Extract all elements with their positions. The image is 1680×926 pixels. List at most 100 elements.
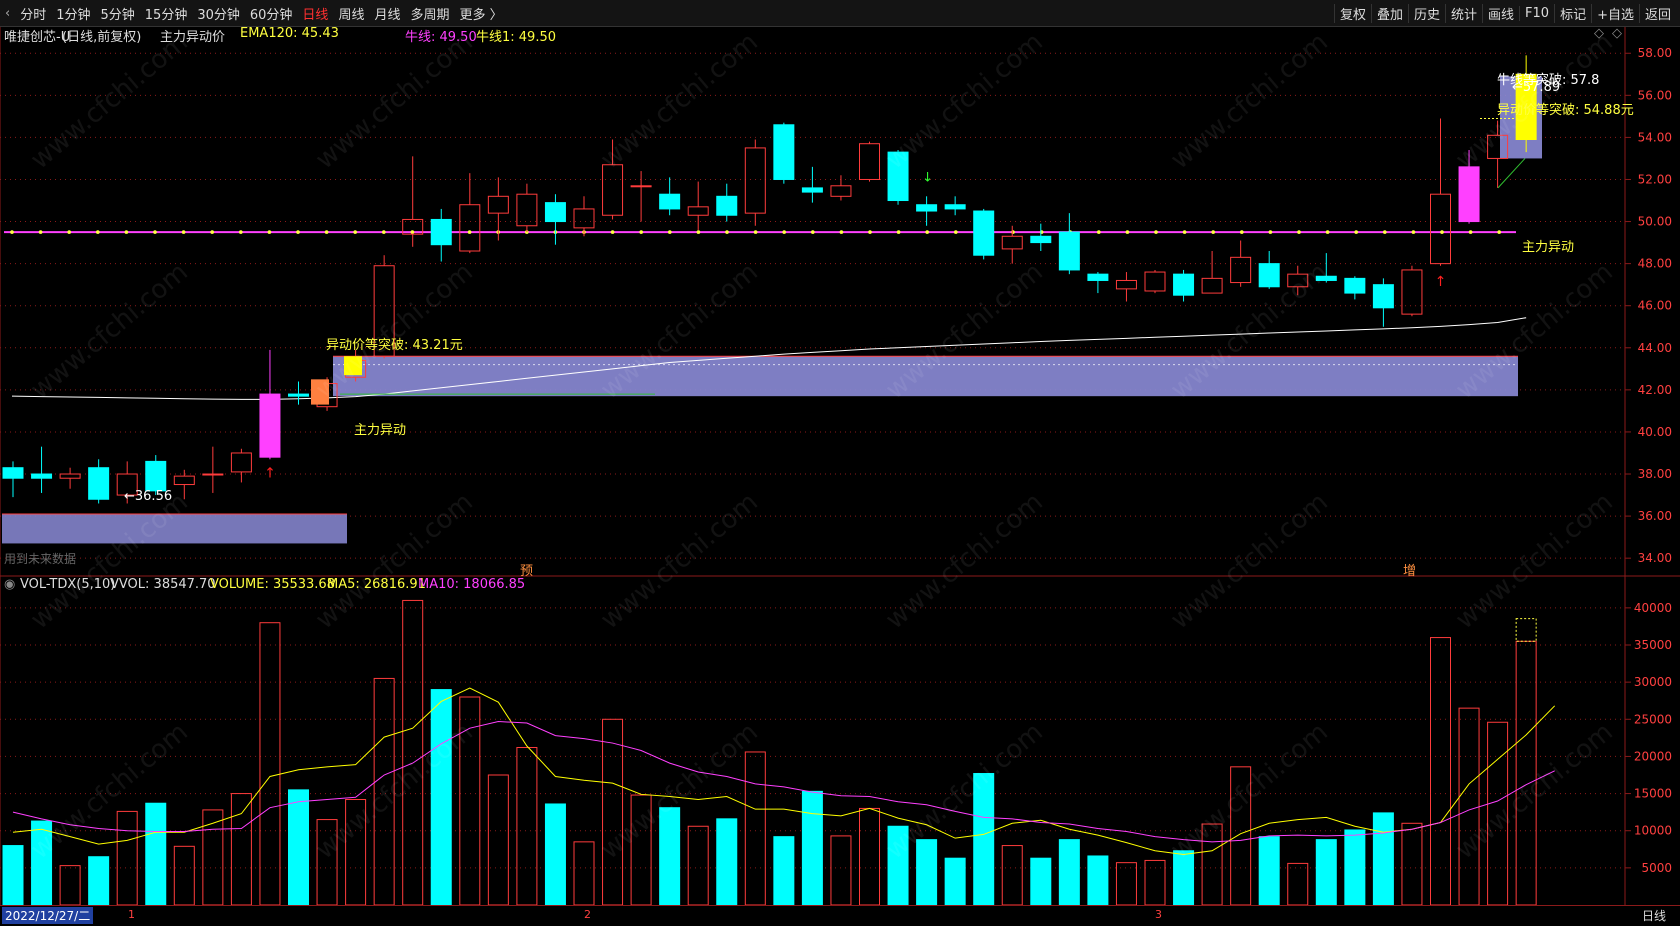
candle-body <box>1001 235 1023 250</box>
volume-tick-label: 20000 <box>1634 749 1672 763</box>
volume-bar <box>59 865 81 906</box>
collapse-icon[interactable]: ◇ <box>1612 26 1622 41</box>
candle-body <box>544 202 566 223</box>
low-price-note: ←36.56 <box>124 489 173 504</box>
niu-line-dot <box>954 230 958 234</box>
niu-line-dot <box>296 230 300 234</box>
ma5-label: MA5: 26816.91 <box>327 577 426 592</box>
cursor-date: 2022/12/27/二 <box>2 907 94 924</box>
niu-line-dot <box>210 230 214 234</box>
candle-body <box>1058 231 1080 271</box>
price-tick-label: 46.00 <box>1638 299 1672 313</box>
watermark: www.cfchi.com <box>595 27 764 175</box>
candle-body <box>516 193 538 227</box>
price-tick-label: 36.00 <box>1638 509 1672 523</box>
high-price-note: ←57.89 <box>1512 80 1561 95</box>
volume-bar <box>602 718 624 906</box>
zhuli-note-right: 主力异动 <box>1522 240 1575 255</box>
price-tick-label: 40.00 <box>1638 425 1672 439</box>
zhuli-note-left: 主力异动 <box>354 423 407 438</box>
volume-bar <box>573 841 595 906</box>
candle-body <box>202 473 224 476</box>
watermark: www.cfchi.com <box>1450 257 1619 405</box>
vol-settings-icon[interactable]: ◉ <box>4 577 15 592</box>
candle-body <box>2 467 24 479</box>
candle-body <box>716 195 738 216</box>
price-tick-label: 54.00 <box>1638 130 1672 144</box>
candle-body <box>1344 277 1366 294</box>
volume-bar <box>1115 862 1137 906</box>
candle-body <box>487 195 509 214</box>
indicator-name: 主力异动价 <box>160 30 226 45</box>
volume-bar <box>1458 707 1480 906</box>
expand-icon[interactable]: ◇ <box>1594 26 1604 41</box>
volume-bar <box>801 790 823 906</box>
time-axis-bar: 2022/12/27/二 1 2 3 日线 <box>0 905 1680 926</box>
candle-body <box>1087 273 1109 281</box>
adjust-mode: (日线,前复权) <box>62 30 142 45</box>
candle-body <box>1115 279 1137 290</box>
niu-line-dot <box>725 230 729 234</box>
up-arrow-icon: ↑ <box>1435 274 1447 290</box>
watermark: www.cfchi.com <box>310 487 479 635</box>
volume-bar <box>145 802 167 906</box>
volume-bar <box>1144 859 1166 906</box>
price-tick-label: 56.00 <box>1638 88 1672 102</box>
niu-line-dot <box>1268 230 1273 234</box>
watermark: www.cfchi.com <box>1165 487 1334 635</box>
month-mark-1: 1 <box>128 908 135 921</box>
niu-line-dot <box>1325 230 1330 234</box>
price-tick-label: 48.00 <box>1638 257 1672 271</box>
stock-name: 唯捷创芯-U <box>4 30 71 45</box>
event-marker-zeng: 增 <box>1403 564 1417 579</box>
price-tick-label: 58.00 <box>1638 46 1672 60</box>
break-price-note-right: 异动价等突破: 54.88元 <box>1497 103 1634 118</box>
niu-line-dot <box>868 230 872 234</box>
period-indicator[interactable]: 日线 <box>1642 907 1666 924</box>
volume-tick-label: 30000 <box>1634 675 1672 689</box>
candle-body <box>1258 263 1280 288</box>
niu-line-dot <box>1011 230 1015 234</box>
niu-line-dot <box>267 230 272 234</box>
volume-bar <box>202 809 224 906</box>
watermark: www.cfchi.com <box>1165 27 1334 175</box>
volume-bar <box>1401 822 1423 906</box>
support-line-green-right <box>1497 158 1526 189</box>
candle-body <box>230 452 252 473</box>
niu-line-label: 牛线: 49.50 <box>405 30 477 45</box>
niu-line-dot <box>38 230 43 234</box>
volume-bar <box>1058 839 1080 906</box>
niu-line-dot <box>324 230 329 234</box>
niu-line-dot <box>610 230 615 234</box>
month-mark-2: 2 <box>584 908 591 921</box>
vol-indicator-name: VOL-TDX(5,10) <box>20 577 116 592</box>
volume-tick-label: 15000 <box>1634 787 1672 801</box>
candle-body <box>1173 273 1195 296</box>
volume-bar <box>1315 839 1337 906</box>
niu-line-dot <box>1497 230 1501 234</box>
volume-tick-label: 10000 <box>1634 824 1672 838</box>
volume-label: VOLUME: 35533.68 <box>210 577 335 592</box>
niu-line-dot <box>410 230 415 234</box>
vvol-label: VVOL: 38547.70 <box>110 577 216 592</box>
chart-canvas[interactable]: 34.00 36.00 38.00 40.00 42.00 44.00 46.00 48.00… <box>0 0 1680 925</box>
niu-line-dot <box>696 230 701 234</box>
price-tick-label: 34.00 <box>1638 551 1672 565</box>
volume-bar <box>430 689 452 906</box>
volume-bar <box>1258 836 1280 906</box>
niu-line-dot <box>1097 230 1101 234</box>
candle-body <box>173 475 195 486</box>
candle-body <box>1430 193 1451 265</box>
niu-line-dot <box>124 230 129 234</box>
candle-body <box>88 467 110 500</box>
volume-bar <box>1001 845 1023 906</box>
niu-line-dot <box>639 230 643 234</box>
candle-body <box>830 185 852 197</box>
candle-body <box>1144 271 1166 292</box>
volume-bar <box>944 857 966 906</box>
event-marker-yu: 预 <box>520 564 534 579</box>
watermark: www.cfchi.com <box>310 27 479 175</box>
niu-line-dot <box>1297 230 1301 234</box>
niu-line-dot <box>1440 230 1444 234</box>
volume-bar <box>116 810 138 906</box>
